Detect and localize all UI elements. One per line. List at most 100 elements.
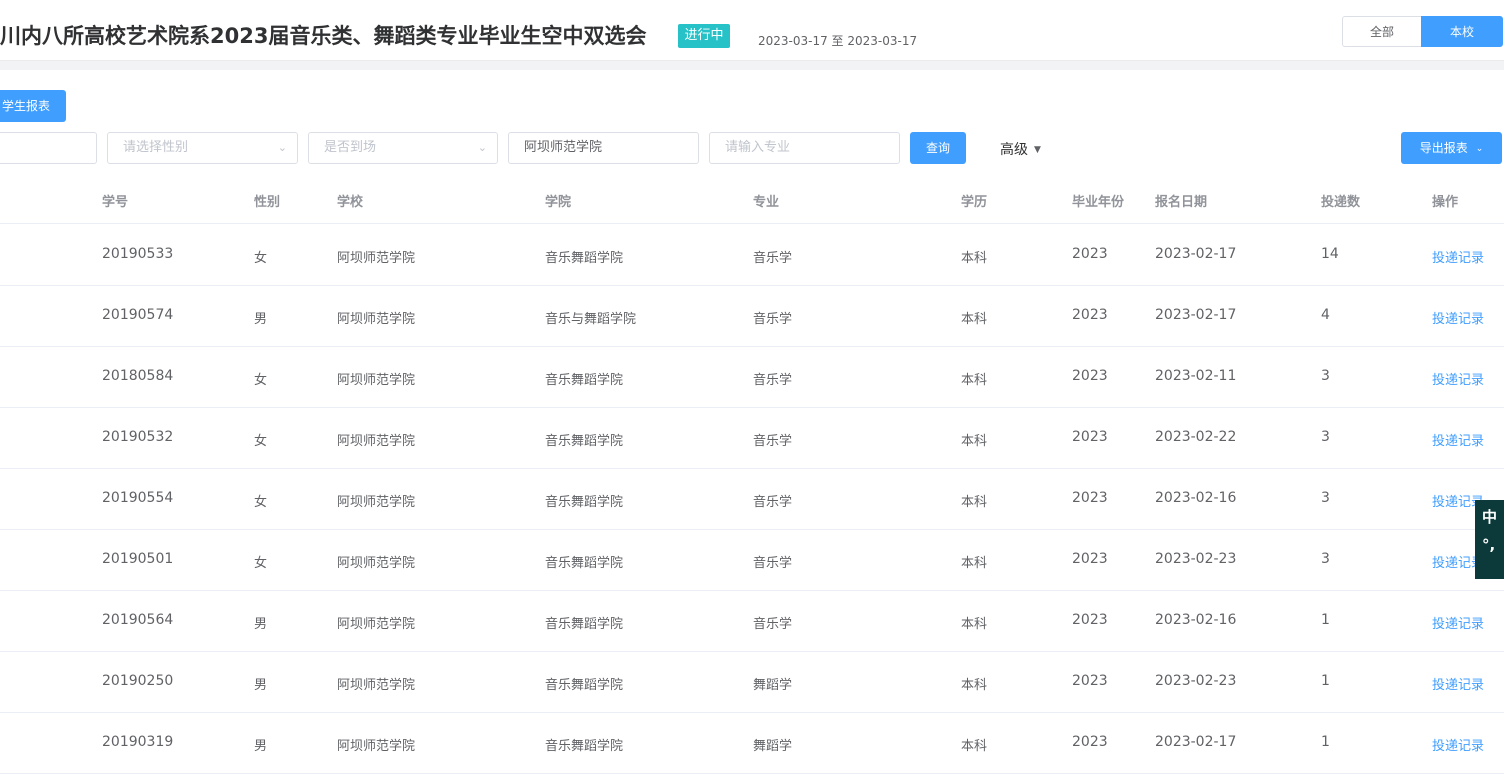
cell-education: 本科 bbox=[961, 312, 988, 327]
delivery-record-link[interactable]: 投递记录 bbox=[1432, 430, 1484, 449]
chevron-down-icon: ⌄ bbox=[1475, 144, 1484, 154]
cell-grad-year: 2023 bbox=[1072, 551, 1108, 567]
query-button[interactable]: 查询 bbox=[910, 132, 966, 164]
cell-signup-date: 2023-02-22 bbox=[1155, 429, 1237, 445]
school-input[interactable]: 阿坝师范学院 bbox=[508, 132, 699, 164]
cell-delivery-count: 1 bbox=[1321, 673, 1330, 689]
table-header: 学号 性别 学校 学院 专业 学历 毕业年份 报名日期 投递数 操作 bbox=[0, 175, 1504, 224]
cell-id: 20190501 bbox=[102, 551, 174, 567]
name-input[interactable] bbox=[0, 132, 97, 164]
ime-indicator[interactable]: 中 °, bbox=[1475, 500, 1504, 579]
cell-education: 本科 bbox=[961, 617, 988, 632]
cell-delivery-count: 1 bbox=[1321, 612, 1330, 628]
cell-signup-date: 2023-02-11 bbox=[1155, 368, 1237, 384]
cell-education: 本科 bbox=[961, 251, 988, 266]
table-row: 20190319 男 阿坝师范学院 音乐舞蹈学院 舞蹈学 本科 2023 2023-02-17… bbox=[0, 712, 1504, 774]
cell-delivery-count: 4 bbox=[1321, 307, 1330, 323]
cell-education: 本科 bbox=[961, 373, 988, 388]
cell-grad-year: 2023 bbox=[1072, 612, 1108, 628]
major-input[interactable]: 请输入专业 bbox=[709, 132, 900, 164]
cell-gender: 男 bbox=[254, 739, 268, 754]
table-row: 20190250 男 阿坝师范学院 音乐舞蹈学院 舞蹈学 本科 2023 2023-02-23… bbox=[0, 651, 1504, 713]
cell-signup-date: 2023-02-23 bbox=[1155, 551, 1237, 567]
advanced-label: 高级 bbox=[1000, 142, 1028, 158]
column-header-major[interactable]: 专业 bbox=[753, 191, 779, 210]
cell-gender: 男 bbox=[254, 678, 268, 693]
cell-id: 20190532 bbox=[102, 429, 174, 445]
table-row: 20190501 女 阿坝师范学院 音乐舞蹈学院 音乐学 本科 2023 2023-02-23… bbox=[0, 529, 1504, 591]
delivery-record-link[interactable]: 投递记录 bbox=[1432, 308, 1484, 327]
chevron-down-icon: ⌄ bbox=[277, 141, 287, 154]
cell-college: 音乐舞蹈学院 bbox=[545, 495, 624, 510]
cell-gender: 女 bbox=[254, 556, 268, 571]
page-header: 川内八所高校艺术院系2023届音乐类、舞蹈类专业毕业生空中双选会 进行中 202… bbox=[0, 0, 1504, 61]
column-header-signup-date[interactable]: 报名日期 bbox=[1155, 191, 1207, 210]
cell-major: 音乐学 bbox=[753, 495, 793, 510]
scope-mine-button[interactable]: 本校 bbox=[1421, 16, 1503, 47]
cell-delivery-count: 3 bbox=[1321, 490, 1330, 506]
school-input-value: 阿坝师范学院 bbox=[524, 140, 603, 155]
chevron-down-icon: ⌄ bbox=[477, 141, 487, 154]
scope-all-button[interactable]: 全部 bbox=[1342, 16, 1421, 47]
cell-major: 舞蹈学 bbox=[753, 739, 793, 754]
cell-gender: 女 bbox=[254, 434, 268, 449]
column-header-education[interactable]: 学历 bbox=[961, 191, 987, 210]
cell-education: 本科 bbox=[961, 678, 988, 693]
delivery-record-link[interactable]: 投递记录 bbox=[1432, 674, 1484, 693]
cell-id: 20190564 bbox=[102, 612, 174, 628]
delivery-record-link[interactable]: 投递记录 bbox=[1432, 613, 1484, 632]
cell-school: 阿坝师范学院 bbox=[337, 678, 416, 693]
export-report-button[interactable]: 导出报表 ⌄ bbox=[1401, 132, 1502, 164]
column-header-gender[interactable]: 性别 bbox=[254, 191, 280, 210]
cell-major: 音乐学 bbox=[753, 617, 793, 632]
gender-select[interactable]: 请选择性别 ⌄ bbox=[107, 132, 298, 164]
cell-grad-year: 2023 bbox=[1072, 246, 1108, 262]
cell-id: 20190554 bbox=[102, 490, 174, 506]
ime-mode: 中 bbox=[1482, 508, 1498, 526]
cell-education: 本科 bbox=[961, 434, 988, 449]
column-header-grad-year[interactable]: 毕业年份 bbox=[1072, 191, 1124, 210]
delivery-record-link[interactable]: 投递记录 bbox=[1432, 735, 1484, 754]
table-row: 20190532 女 阿坝师范学院 音乐舞蹈学院 音乐学 本科 2023 2023-02-22… bbox=[0, 407, 1504, 469]
student-report-button[interactable]: 学生报表 bbox=[0, 90, 66, 122]
cell-major: 音乐学 bbox=[753, 373, 793, 388]
cell-delivery-count: 3 bbox=[1321, 368, 1330, 384]
cell-grad-year: 2023 bbox=[1072, 673, 1108, 689]
cell-school: 阿坝师范学院 bbox=[337, 617, 416, 632]
cell-signup-date: 2023-02-17 bbox=[1155, 307, 1237, 323]
column-header-id[interactable]: 学号 bbox=[102, 191, 128, 210]
cell-id: 20190250 bbox=[102, 673, 174, 689]
cell-school: 阿坝师范学院 bbox=[337, 739, 416, 754]
cell-major: 音乐学 bbox=[753, 556, 793, 571]
attendance-select-placeholder: 是否到场 bbox=[324, 140, 377, 155]
cell-college: 音乐舞蹈学院 bbox=[545, 556, 624, 571]
cell-gender: 女 bbox=[254, 373, 268, 388]
advanced-toggle[interactable]: 高级 ▼ bbox=[1000, 139, 1041, 159]
caret-down-icon: ▼ bbox=[1034, 145, 1041, 155]
delivery-record-link[interactable]: 投递记录 bbox=[1432, 369, 1484, 388]
cell-gender: 男 bbox=[254, 617, 268, 632]
delivery-record-link[interactable]: 投递记录 bbox=[1432, 247, 1484, 266]
cell-school: 阿坝师范学院 bbox=[337, 373, 416, 388]
cell-education: 本科 bbox=[961, 556, 988, 571]
column-header-delivery-count[interactable]: 投递数 bbox=[1321, 191, 1360, 210]
column-header-college[interactable]: 学院 bbox=[545, 191, 571, 210]
cell-college: 音乐舞蹈学院 bbox=[545, 678, 624, 693]
cell-college: 音乐舞蹈学院 bbox=[545, 434, 624, 449]
cell-id: 20190574 bbox=[102, 307, 174, 323]
cell-grad-year: 2023 bbox=[1072, 307, 1108, 323]
cell-major: 音乐学 bbox=[753, 434, 793, 449]
cell-delivery-count: 1 bbox=[1321, 734, 1330, 750]
cell-grad-year: 2023 bbox=[1072, 490, 1108, 506]
table-row: 20190564 男 阿坝师范学院 音乐舞蹈学院 音乐学 本科 2023 2023-02-16… bbox=[0, 590, 1504, 652]
cell-major: 舞蹈学 bbox=[753, 678, 793, 693]
column-header-school[interactable]: 学校 bbox=[337, 191, 363, 210]
gender-select-placeholder: 请选择性别 bbox=[123, 140, 189, 155]
attendance-select[interactable]: 是否到场 ⌄ bbox=[308, 132, 498, 164]
cell-delivery-count: 3 bbox=[1321, 429, 1330, 445]
cell-signup-date: 2023-02-23 bbox=[1155, 673, 1237, 689]
cell-college: 音乐舞蹈学院 bbox=[545, 739, 624, 754]
cell-college: 音乐与舞蹈学院 bbox=[545, 312, 637, 327]
cell-grad-year: 2023 bbox=[1072, 429, 1108, 445]
cell-gender: 男 bbox=[254, 312, 268, 327]
